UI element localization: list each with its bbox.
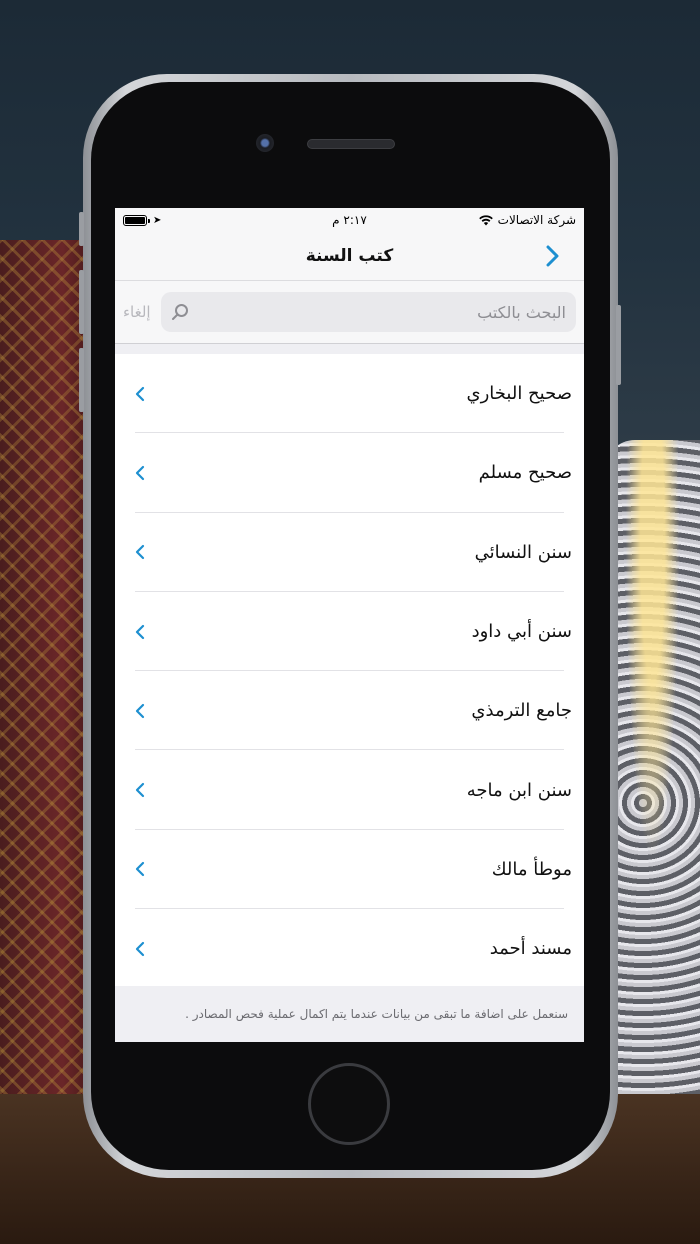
section-spacer: [115, 344, 584, 354]
volume-down-button: [79, 348, 84, 412]
list-item-malik[interactable]: موطأ مالك: [115, 830, 584, 910]
volume-up-button: [79, 270, 84, 334]
list-item-label: جامع الترمذي: [471, 700, 572, 722]
chevron-left-icon: [135, 624, 145, 639]
footer-note: سنعمل على اضافة ما تبقى من بيانات عندما …: [115, 986, 584, 1042]
background-lamp-image: [605, 440, 700, 1100]
chevron-right-icon[interactable]: [540, 244, 564, 268]
list-item-bukhari[interactable]: صحيح البخاري: [115, 354, 584, 434]
chevron-left-icon: [135, 703, 145, 718]
list-item-label: موطأ مالك: [491, 858, 572, 880]
app-screen: شركة الاتصالات ٢:١٧ م ➤ كتب السنة إلغاء: [115, 208, 584, 1042]
location-arrow-icon: ➤: [153, 214, 162, 226]
footer-note-text: سنعمل على اضافة ما تبقى من بيانات عندما …: [185, 1007, 568, 1021]
page-title: كتب السنة: [305, 246, 394, 266]
list-item-label: سنن أبي داود: [471, 621, 572, 643]
list-item-muslim[interactable]: صحيح مسلم: [115, 433, 584, 513]
status-bar: شركة الاتصالات ٢:١٧ م ➤: [115, 208, 584, 232]
battery-icon: [123, 214, 150, 226]
cancel-button[interactable]: إلغاء: [123, 303, 151, 321]
earpiece-speaker: [307, 139, 395, 149]
chevron-left-icon: [135, 386, 145, 401]
search-bar: إلغاء: [115, 281, 584, 344]
list-item-nasai[interactable]: سنن النسائي: [115, 513, 584, 593]
chevron-left-icon: [135, 465, 145, 481]
chevron-left-icon: [135, 545, 145, 560]
chevron-left-icon: [135, 783, 145, 798]
navigation-bar: كتب السنة: [115, 232, 584, 281]
list-item-label: صحيح مسلم: [478, 462, 572, 484]
list-item-label: سنن النسائي: [474, 541, 572, 563]
list-item-label: سنن ابن ماجه: [466, 779, 572, 801]
search-field[interactable]: [160, 292, 576, 332]
front-camera: [256, 134, 274, 152]
list-item-abu-dawud[interactable]: سنن أبي داود: [115, 592, 584, 672]
mute-switch: [79, 212, 84, 246]
home-button[interactable]: [308, 1063, 390, 1145]
carrier-name: شركة الاتصالات: [497, 213, 576, 227]
chevron-left-icon: [135, 941, 145, 956]
list-item-label: صحيح البخاري: [466, 383, 572, 405]
search-input[interactable]: [194, 302, 566, 322]
books-list: صحيح البخاري صحيح مسلم سنن النسائي سنن أ…: [115, 354, 584, 989]
search-icon: [171, 304, 188, 320]
list-item-label: مسند أحمد: [489, 938, 572, 960]
chevron-left-icon: [135, 862, 145, 877]
wifi-icon: [478, 215, 493, 226]
power-button: [616, 305, 621, 385]
list-item-tirmidhi[interactable]: جامع الترمذي: [115, 671, 584, 751]
status-icons: ➤: [123, 214, 162, 226]
list-item-ibn-majah[interactable]: سنن ابن ماجه: [115, 750, 584, 831]
carrier-group: شركة الاتصالات: [478, 213, 576, 227]
list-item-ahmad[interactable]: مسند أحمد: [115, 909, 584, 988]
